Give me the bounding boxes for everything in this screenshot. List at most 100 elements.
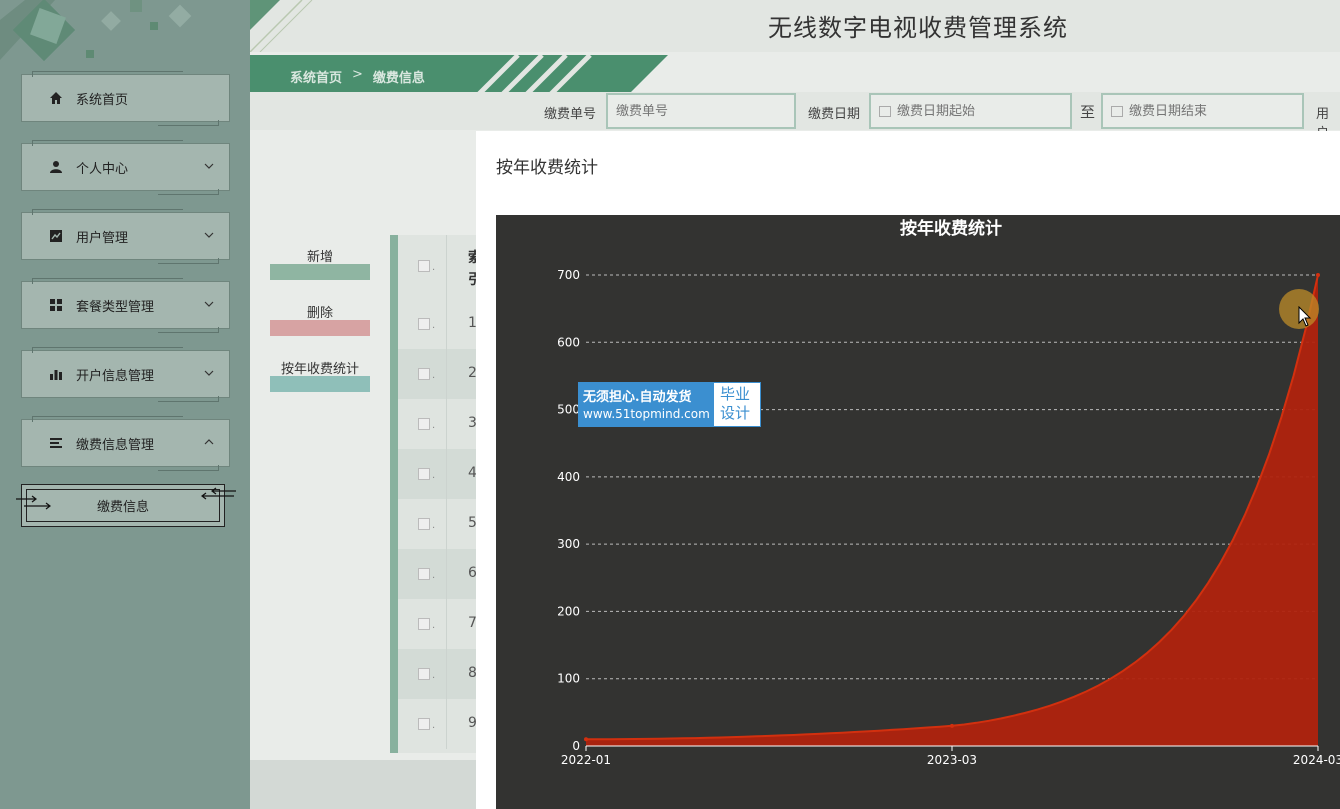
- watermark-right-line1: 毕业: [720, 385, 751, 403]
- row-checkbox[interactable]: [418, 718, 430, 730]
- person-icon: [48, 159, 64, 175]
- watermark-right: 毕业 设计: [714, 383, 760, 426]
- calendar-icon: [879, 105, 891, 117]
- checkbox-suffix: .: [432, 720, 436, 731]
- order-number-field[interactable]: [606, 93, 796, 129]
- row-checkbox[interactable]: [418, 418, 430, 430]
- breadcrumb-trail: 系统首页 > 缴费信息: [290, 67, 425, 86]
- area-chart: 按年收费统计 0 100 200 300 400 500 600 700 2022-01 2023-…: [557, 218, 1340, 767]
- y-tick-label: 700: [557, 268, 580, 282]
- watermark-badge: 无须担心.自动发货 www.51topmind.com 毕业 设计: [578, 382, 761, 427]
- row-checkbox[interactable]: [418, 468, 430, 480]
- sidebar-item-label: 用户管理: [76, 230, 129, 246]
- x-tick-label: 2023-03: [927, 753, 977, 767]
- order-number-label: 缴费单号: [544, 107, 597, 122]
- column-divider: [446, 499, 447, 549]
- row-checkbox[interactable]: [418, 668, 430, 680]
- chart-container: 按年收费统计 0 100 200 300 400 500 600 700 2022-01 2023-…: [496, 215, 1340, 809]
- breadcrumb: 系统首页 > 缴费信息: [250, 55, 668, 95]
- row-checkbox[interactable]: [418, 518, 430, 530]
- add-button[interactable]: 新增: [270, 240, 370, 280]
- date-end-input[interactable]: [1129, 103, 1294, 119]
- yearly-stats-modal: 按年收费统计 按年收费统计 0 100 200 300 400 500 600 700 2022-…: [476, 131, 1340, 809]
- table-row[interactable]: .7: [398, 599, 477, 649]
- select-all-checkbox[interactable]: [418, 260, 430, 272]
- y-tick-label: 200: [557, 604, 580, 618]
- row-checkbox[interactable]: [418, 618, 430, 630]
- column-divider: [446, 349, 447, 399]
- date-end-field[interactable]: [1101, 93, 1304, 129]
- date-start-input[interactable]: [897, 103, 1062, 119]
- sidebar-item-user-management[interactable]: 用户管理: [21, 209, 230, 264]
- list-icon: [48, 435, 64, 451]
- watermark-left: 无须担心.自动发货 www.51topmind.com: [579, 383, 714, 426]
- y-tick-label: 100: [557, 672, 580, 686]
- table-header-row: . 索 引: [398, 235, 482, 299]
- column-divider: [446, 549, 447, 599]
- watermark-line2: www.51topmind.com: [583, 407, 710, 421]
- table-row[interactable]: .6: [398, 549, 477, 599]
- area-series: [586, 275, 1318, 746]
- delete-button[interactable]: 删除: [270, 296, 370, 336]
- y-tick-label: 0: [572, 739, 580, 753]
- watermark-line1: 无须担心.自动发货: [583, 390, 692, 405]
- sidebar-item-label: 套餐类型管理: [76, 299, 155, 315]
- calendar-icon: [1111, 105, 1123, 117]
- checkbox-suffix: .: [432, 570, 436, 581]
- table-row[interactable]: .4: [398, 449, 477, 499]
- sidebar-item-account-info[interactable]: 开户信息管理: [21, 347, 230, 402]
- row-checkbox[interactable]: [418, 568, 430, 580]
- checkbox-suffix: .: [432, 262, 436, 273]
- column-divider: [446, 399, 447, 449]
- column-divider: [446, 235, 447, 299]
- order-number-input[interactable]: [616, 103, 786, 119]
- sidebar-item-home[interactable]: 系统首页: [21, 71, 230, 126]
- chart-title: 按年收费统计: [900, 218, 1002, 239]
- row-checkbox[interactable]: [418, 318, 430, 330]
- delete-button-label: 删除: [306, 306, 333, 321]
- grid-icon: [48, 297, 64, 313]
- row-checkbox[interactable]: [418, 368, 430, 380]
- yearly-stats-button-bar: [270, 376, 370, 392]
- checkbox-suffix: .: [432, 620, 436, 631]
- sidebar-item-label: 系统首页: [76, 92, 129, 108]
- bar-chart-icon: [48, 366, 64, 382]
- table-row[interactable]: .8: [398, 649, 477, 699]
- table-row[interactable]: .1: [398, 299, 477, 349]
- y-tick-label: 500: [557, 403, 580, 417]
- table-row[interactable]: .2: [398, 349, 477, 399]
- data-point: [584, 737, 588, 742]
- x-tick-label: 2024-03: [1293, 753, 1340, 767]
- add-button-bar: [270, 264, 370, 280]
- submenu-label: 缴费信息: [96, 500, 149, 515]
- date-range-separator: 至: [1080, 103, 1096, 121]
- arrow-decoration-right: [201, 487, 236, 500]
- payment-date-label: 缴费日期: [808, 107, 861, 122]
- breadcrumb-home[interactable]: 系统首页: [290, 67, 342, 86]
- table-row[interactable]: .5: [398, 499, 477, 549]
- data-point: [1316, 273, 1320, 277]
- mouse-cursor-icon: [1298, 306, 1312, 327]
- sidebar-item-label: 缴费信息管理: [76, 437, 155, 453]
- x-tick-label: 2022-01: [561, 753, 611, 767]
- sidebar-item-package-type[interactable]: 套餐类型管理: [21, 278, 230, 333]
- y-tick-label: 600: [557, 335, 580, 349]
- column-divider: [446, 699, 447, 749]
- yearly-stats-button[interactable]: 按年收费统计: [270, 352, 370, 392]
- y-tick-label: 300: [557, 537, 580, 551]
- bottom-strip: [250, 760, 480, 809]
- sidebar-decoration: [0, 0, 192, 62]
- sidebar-item-payment-management[interactable]: 缴费信息管理: [21, 416, 230, 471]
- column-divider: [446, 599, 447, 649]
- add-button-label: 新增: [306, 250, 333, 265]
- date-start-field[interactable]: [869, 93, 1072, 129]
- chevron-down-icon: [204, 232, 214, 238]
- sidebar: 系统首页 个人中心 用户管理 套餐类型管理 开户信息管理 缴费信息管理 缴费信息: [0, 0, 250, 809]
- y-tick-label: 400: [557, 470, 580, 484]
- top-bar: 无线数字电视收费管理系统: [250, 0, 1340, 52]
- sidebar-item-personal-center[interactable]: 个人中心: [21, 140, 230, 195]
- chart-line-icon: [48, 228, 64, 244]
- table-row[interactable]: .3: [398, 399, 477, 449]
- sidebar-item-label: 开户信息管理: [76, 368, 155, 384]
- table-row[interactable]: .9: [398, 699, 477, 749]
